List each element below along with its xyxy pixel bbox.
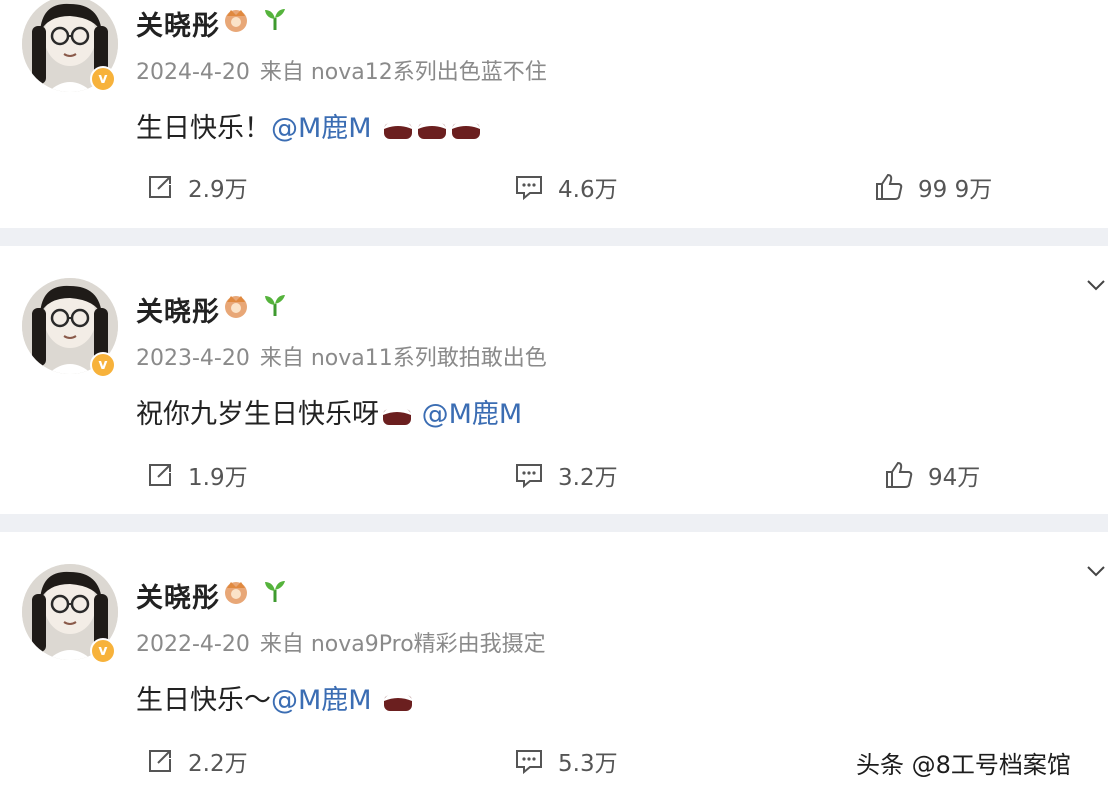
verified-badge-icon: v — [90, 352, 116, 378]
post-text: 祝你九岁生日快乐呀 @M鹿M — [136, 392, 522, 431]
crown-badge-icon — [225, 10, 247, 32]
username[interactable]: 关晓彤 — [136, 576, 220, 615]
post-date: 2022-4-20 — [136, 632, 250, 657]
post-date: 2023-4-20 — [136, 346, 250, 371]
comment-icon — [516, 176, 542, 201]
verified-badge-icon: v — [90, 638, 116, 664]
post-text-body: 祝你九岁生日快乐呀 — [136, 399, 379, 430]
post-divider — [0, 514, 1108, 532]
comment-button[interactable]: 4.6万 — [514, 170, 618, 204]
sprout-icon — [265, 295, 285, 316]
post-source: 来自 nova11系列敢拍敢出色 — [259, 346, 547, 371]
repost-count: 1.9万 — [188, 465, 248, 491]
post-date: 2024-4-20 — [136, 60, 250, 85]
repost-icon — [149, 176, 171, 198]
like-count: 99 9万 — [918, 177, 993, 203]
comment-count: 4.6万 — [558, 177, 618, 203]
mention-link[interactable]: @M鹿M — [271, 685, 372, 716]
username[interactable]: 关晓彤 — [136, 290, 220, 329]
post-source: 来自 nova12系列出色蓝不住 — [259, 60, 547, 85]
weibo-post-1: v 关晓彤 2024-4-20 来自 nova12系列出色蓝不住 生日快乐！@M鹿… — [0, 0, 1108, 228]
like-count: 94万 — [928, 465, 981, 491]
repost-count: 2.9万 — [188, 177, 248, 203]
comment-button[interactable]: 5.3万 — [514, 744, 618, 778]
repost-icon — [149, 750, 171, 772]
chevron-down-icon[interactable] — [1086, 564, 1106, 578]
cake-emoji-icon — [384, 685, 413, 711]
repost-button[interactable]: 1.9万 — [146, 458, 248, 492]
comment-count: 5.3万 — [558, 751, 618, 777]
post-text-body: 生日快乐！ — [136, 113, 271, 144]
cake-emoji-icon — [383, 399, 411, 425]
post-text-body: 生日快乐～ — [136, 685, 271, 716]
post-meta: 2023-4-20 来自 nova11系列敢拍敢出色 — [136, 340, 547, 372]
comment-button[interactable]: 3.2万 — [514, 458, 618, 492]
repost-button[interactable]: 2.2万 — [146, 744, 248, 778]
post-meta: 2024-4-20 来自 nova12系列出色蓝不住 — [136, 54, 547, 86]
sprout-icon — [265, 9, 285, 30]
comment-icon — [516, 750, 542, 775]
weibo-post-2: v 关晓彤 2023-4-20 来自 nova11系列敢拍敢出色 祝你九岁生日快乐… — [0, 246, 1108, 514]
post-text: 生日快乐～@M鹿M — [136, 678, 414, 717]
sprout-icon — [265, 581, 285, 602]
chevron-down-icon[interactable] — [1086, 278, 1106, 292]
thumbs-up-icon — [876, 173, 903, 200]
post-source: 来自 nova9Pro精彩由我摄定 — [259, 632, 546, 657]
post-text: 生日快乐！@M鹿M — [136, 106, 482, 145]
crown-badge-icon — [225, 582, 247, 604]
post-divider — [0, 228, 1108, 246]
username[interactable]: 关晓彤 — [136, 4, 220, 43]
watermark: 头条 @8工号档案馆 — [856, 751, 1071, 779]
cake-emoji-icon — [384, 113, 413, 139]
crown-badge-icon — [225, 296, 247, 318]
cake-emoji-icon — [418, 113, 447, 139]
comment-count: 3.2万 — [558, 465, 618, 491]
verified-badge-icon: v — [90, 66, 116, 92]
like-button[interactable]: 94万 — [884, 458, 980, 492]
comment-icon — [516, 464, 542, 489]
cake-emoji-icon — [452, 113, 481, 139]
mention-link[interactable]: @M鹿M — [422, 399, 523, 430]
like-button[interactable]: 99 9万 — [874, 170, 992, 204]
post-meta: 2022-4-20 来自 nova9Pro精彩由我摄定 — [136, 626, 546, 658]
thumbs-up-icon — [886, 461, 913, 488]
repost-button[interactable]: 2.9万 — [146, 170, 248, 204]
repost-count: 2.2万 — [188, 751, 248, 777]
repost-icon — [149, 464, 171, 486]
mention-link[interactable]: @M鹿M — [271, 113, 372, 144]
